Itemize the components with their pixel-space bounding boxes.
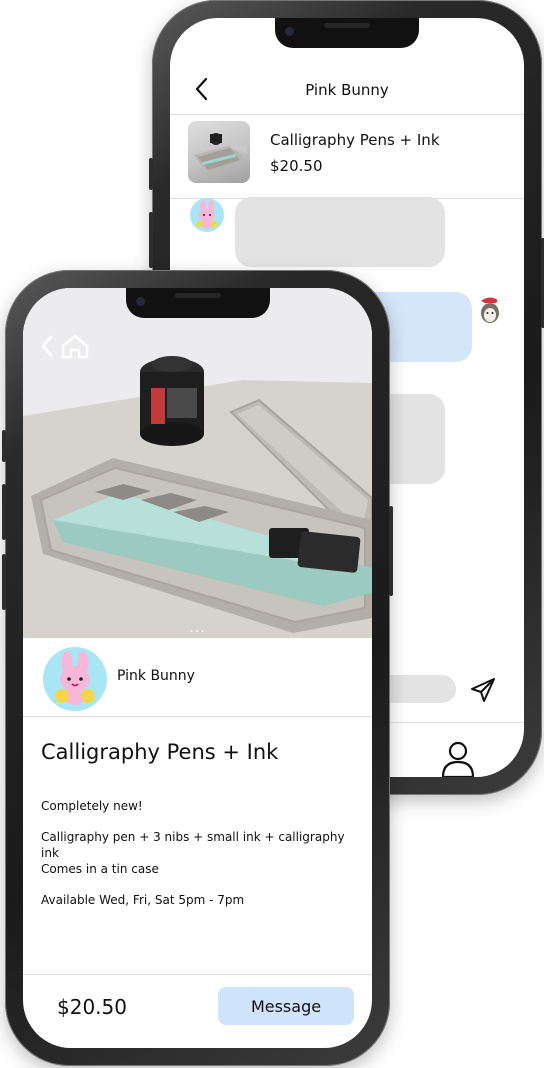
phone-notch: [275, 18, 419, 48]
seller-avatar: [190, 198, 224, 232]
seller-avatar: [43, 647, 107, 711]
camera-icon: [135, 297, 145, 306]
phone-side-button: [149, 158, 153, 190]
item-title: Calligraphy Pens + Ink: [41, 740, 279, 764]
bunny-avatar-icon: [196, 200, 218, 229]
description-line: Calligraphy pen + 3 nibs + small ink + c…: [41, 830, 345, 860]
message-button[interactable]: Message: [218, 987, 354, 1025]
camera-icon: [285, 27, 294, 36]
listing-price: $20.50: [270, 157, 323, 175]
phone-side-button: [389, 506, 393, 596]
product-photo[interactable]: ...: [23, 288, 372, 638]
phone-side-button: [149, 212, 153, 268]
description-line: Completely new!: [41, 799, 143, 813]
person-icon[interactable]: [439, 739, 477, 777]
seller-name[interactable]: Pink Bunny: [117, 668, 195, 684]
speaker-grille: [174, 293, 221, 298]
buyer-avatar: [477, 295, 503, 325]
phone-notch: [125, 288, 270, 318]
chat-title: Pink Bunny: [305, 81, 389, 99]
listing-phone: ... Pink Bunny Calligraphy Pens + Ink Co…: [2, 270, 393, 1066]
hedgehog-avatar-icon: [481, 297, 501, 323]
item-price: $20.50: [57, 995, 127, 1019]
phone-side-button: [2, 430, 6, 462]
home-icon[interactable]: [61, 334, 89, 359]
message-bubble-received: [235, 197, 445, 267]
phone-side-button: [2, 484, 6, 540]
phone-side-button: [2, 554, 6, 610]
photo-navigation: [41, 334, 89, 359]
listing-thumbnail: [188, 121, 250, 183]
seller-row[interactable]: Pink Bunny: [23, 638, 372, 717]
photo-pagination: ...: [189, 620, 206, 636]
item-description: Completely new! Calligraphy pen + 3 nibs…: [41, 798, 362, 923]
chat-listing-summary[interactable]: Calligraphy Pens + Ink $20.50: [170, 114, 524, 199]
chat-header: Pink Bunny: [170, 68, 524, 115]
description-line: Comes in a tin case: [41, 862, 159, 876]
chevron-left-icon[interactable]: [41, 335, 53, 357]
speaker-grille: [324, 23, 370, 28]
bunny-avatar-icon: [55, 651, 95, 705]
send-icon[interactable]: [468, 675, 498, 705]
listing-footer: $20.50 Message: [23, 974, 372, 1048]
description-line: Available Wed, Fri, Sat 5pm - 7pm: [41, 893, 245, 907]
listing-title: Calligraphy Pens + Ink: [270, 131, 440, 149]
listing-screen: ... Pink Bunny Calligraphy Pens + Ink Co…: [23, 288, 372, 1048]
